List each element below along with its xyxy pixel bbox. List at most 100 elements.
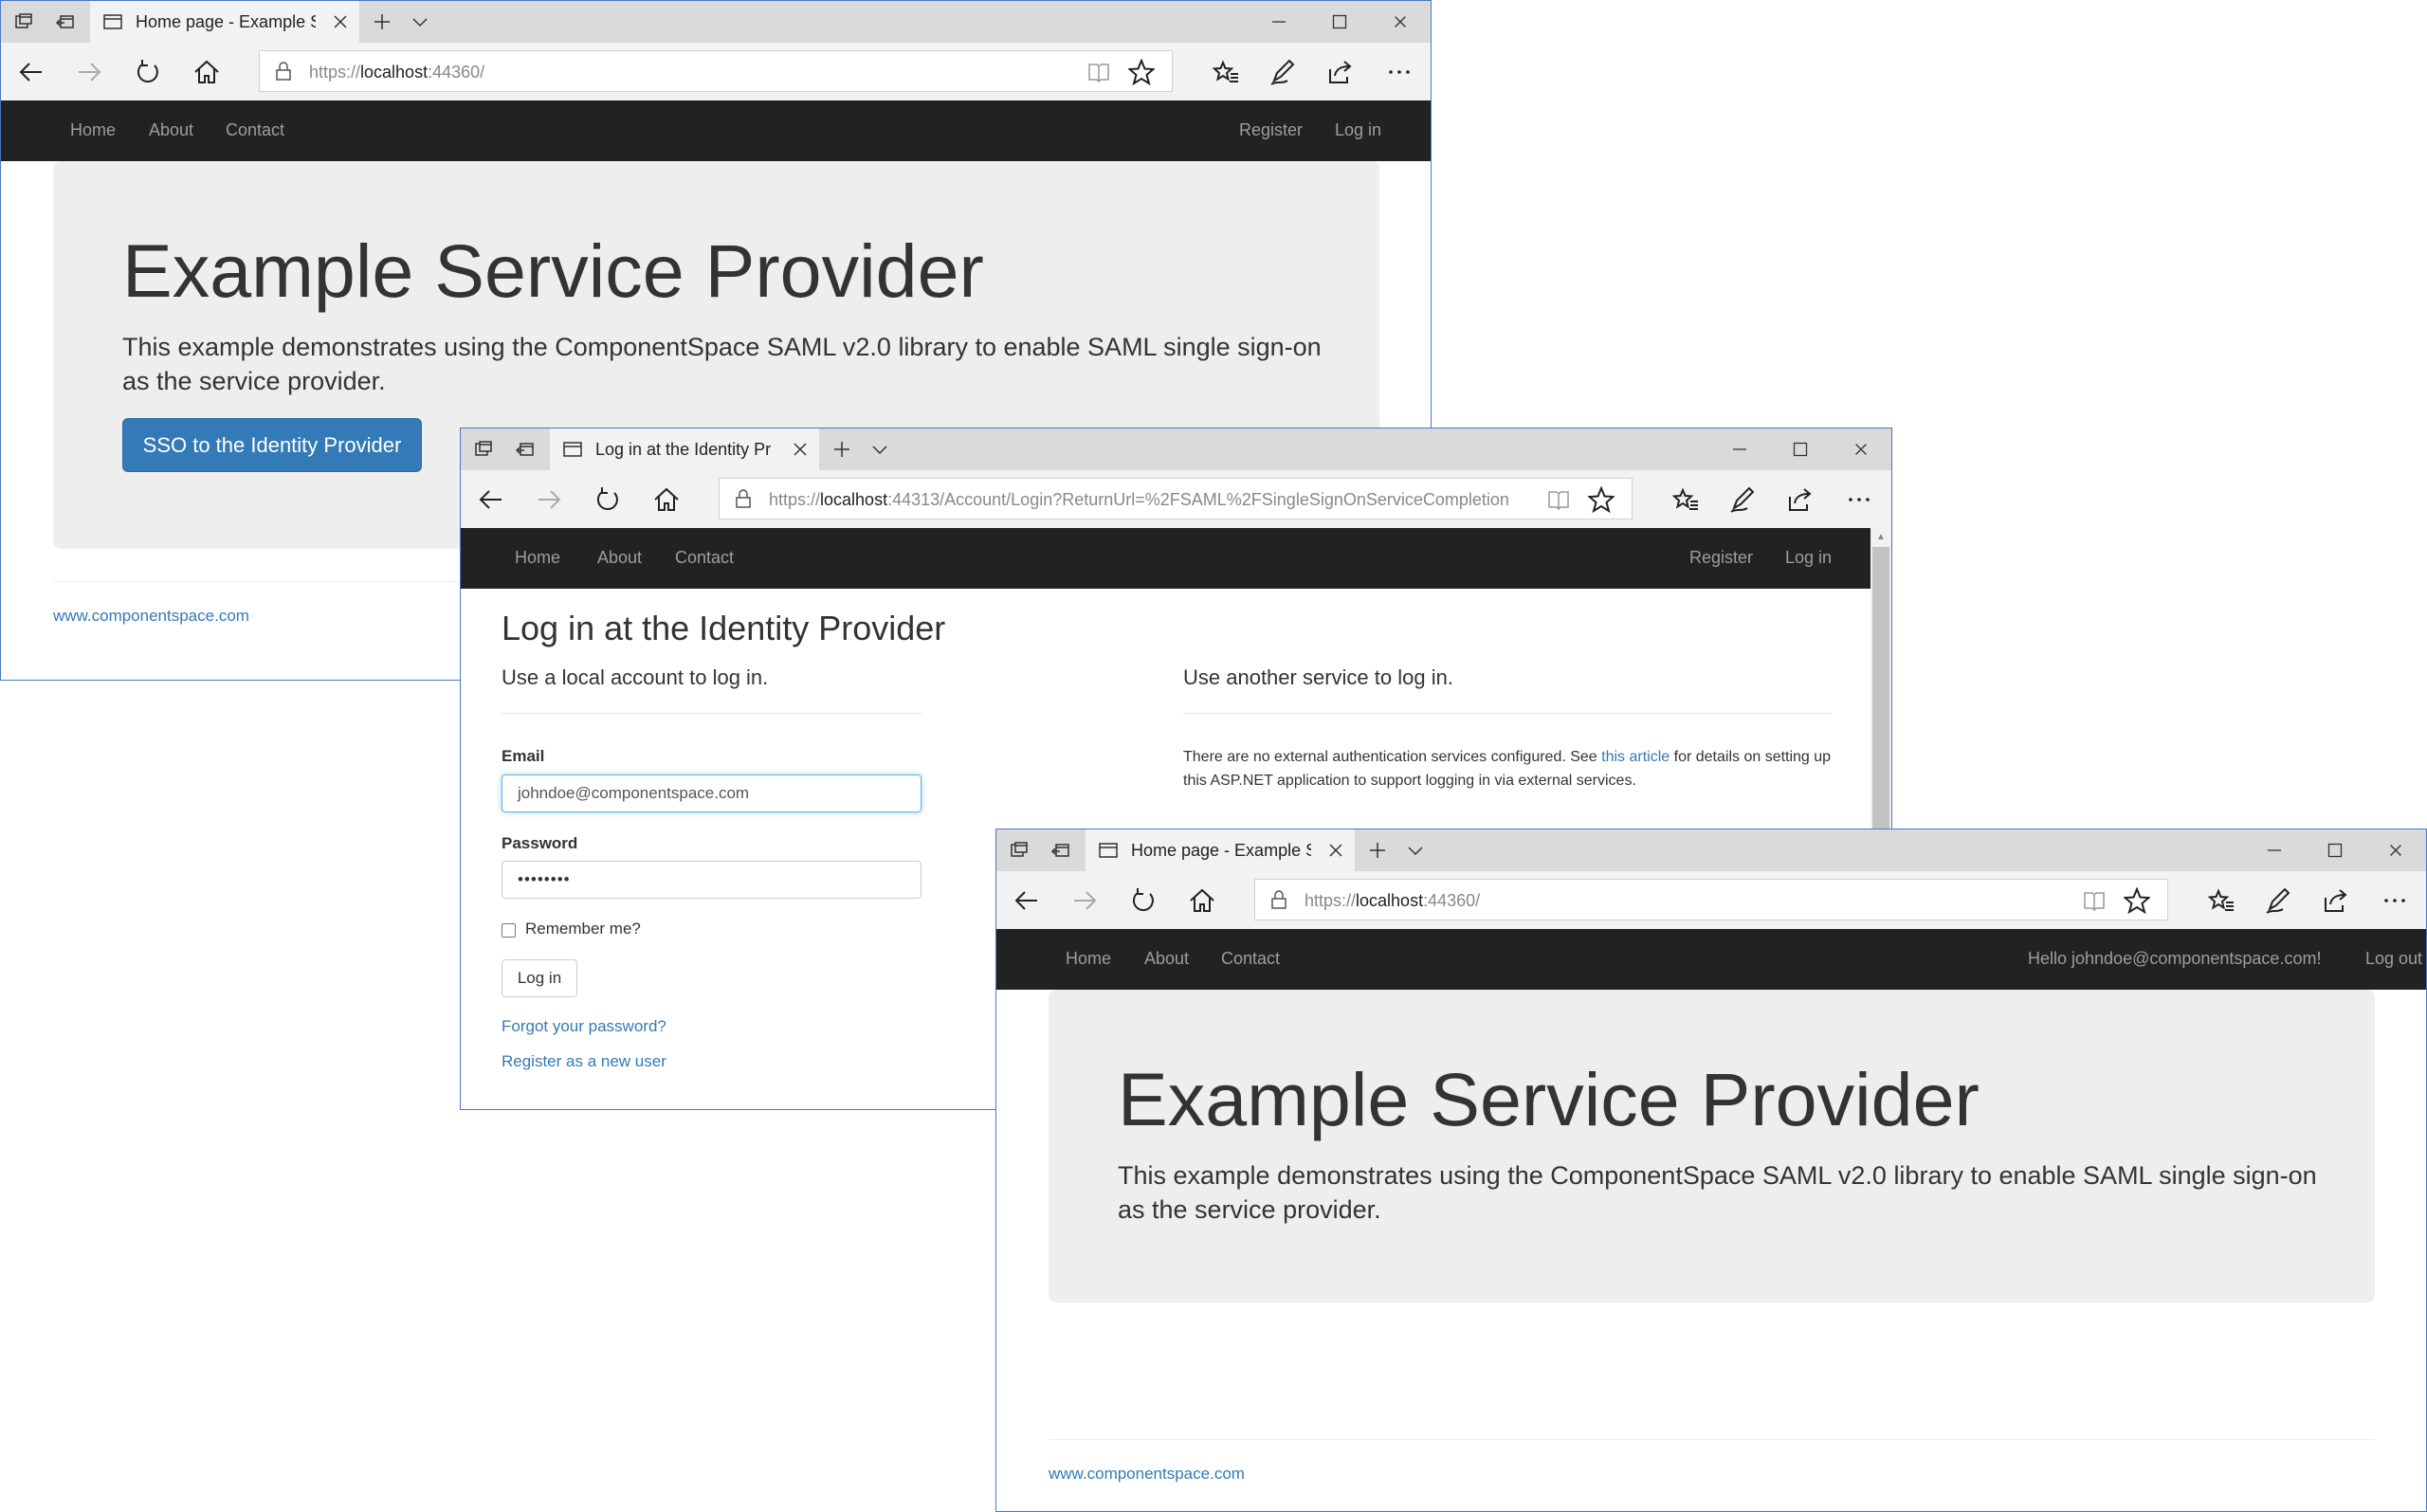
more-icon[interactable] xyxy=(1371,43,1428,100)
lock-icon xyxy=(733,488,754,509)
refresh-icon[interactable] xyxy=(119,43,176,100)
close-icon[interactable] xyxy=(331,12,350,31)
home-icon[interactable] xyxy=(638,470,695,528)
set-aside-icon[interactable] xyxy=(504,428,546,470)
pen-icon[interactable] xyxy=(1254,43,1311,100)
new-tab-icon[interactable] xyxy=(1357,829,1398,871)
lock-icon xyxy=(1268,889,1289,910)
set-aside-icon[interactable] xyxy=(45,1,86,43)
favorites-icon[interactable] xyxy=(1197,43,1254,100)
page-icon xyxy=(1099,842,1118,859)
tab-bar: Home page - Example S xyxy=(1,1,1431,43)
footer-link[interactable]: www.componentspace.com xyxy=(53,607,249,626)
back-icon[interactable] xyxy=(463,470,520,528)
minimize-icon[interactable] xyxy=(1249,1,1309,43)
address-bar[interactable]: https://localhost:44360/ xyxy=(1254,879,2168,920)
browser-toolbar: https://localhost:44360/ xyxy=(1,43,1431,100)
page-content: Home About Contact Hello johndoe@compone… xyxy=(996,929,2426,1511)
password-field[interactable]: •••••••• xyxy=(502,861,922,899)
favorites-icon[interactable] xyxy=(2193,871,2250,929)
close-window-icon[interactable] xyxy=(1831,428,1891,470)
nav-home[interactable]: Home xyxy=(515,548,560,568)
chevron-down-icon[interactable] xyxy=(859,428,901,470)
nav-home[interactable]: Home xyxy=(1066,949,1111,969)
tab-preview-icon[interactable] xyxy=(463,428,504,470)
email-field[interactable]: johndoe@componentspace.com xyxy=(502,774,922,812)
chevron-down-icon[interactable] xyxy=(399,1,441,43)
scroll-up-arrow[interactable]: ▲ xyxy=(1876,532,1886,542)
minimize-icon[interactable] xyxy=(2244,829,2305,871)
more-icon[interactable] xyxy=(2366,871,2423,929)
sso-button[interactable]: SSO to the Identity Provider xyxy=(122,418,422,472)
nav-home[interactable]: Home xyxy=(70,120,116,140)
tab-bar: Home page - Example S xyxy=(996,829,2426,871)
external-heading: Use another service to log in. xyxy=(1183,665,1453,689)
nav-about[interactable]: About xyxy=(597,548,642,568)
tab-preview-icon[interactable] xyxy=(998,829,1040,871)
footer-link[interactable]: www.componentspace.com xyxy=(1049,1465,1245,1484)
share-icon[interactable] xyxy=(2308,871,2364,929)
login-button[interactable]: Log in xyxy=(502,959,577,997)
forward-icon[interactable] xyxy=(61,43,118,100)
chevron-down-icon[interactable] xyxy=(1395,829,1436,871)
browser-toolbar: https://localhost:44313/Account/Login?Re… xyxy=(461,470,1891,528)
close-icon[interactable] xyxy=(1326,841,1345,860)
star-icon[interactable] xyxy=(1128,59,1155,85)
back-icon[interactable] xyxy=(3,43,60,100)
nav-logout[interactable]: Log out xyxy=(2365,949,2422,969)
maximize-icon[interactable] xyxy=(2305,829,2365,871)
maximize-icon[interactable] xyxy=(1770,428,1831,470)
home-icon[interactable] xyxy=(178,43,235,100)
close-window-icon[interactable] xyxy=(1370,1,1431,43)
tab-home[interactable]: Home page - Example S xyxy=(1086,829,1355,871)
article-link[interactable]: this article xyxy=(1601,749,1670,765)
new-tab-icon[interactable] xyxy=(821,428,863,470)
close-icon[interactable] xyxy=(791,440,810,459)
tab-preview-icon[interactable] xyxy=(3,1,45,43)
set-aside-icon[interactable] xyxy=(1040,829,1082,871)
nav-contact[interactable]: Contact xyxy=(1221,949,1280,969)
new-tab-icon[interactable] xyxy=(361,1,403,43)
star-icon[interactable] xyxy=(1588,486,1615,513)
maximize-icon[interactable] xyxy=(1309,1,1370,43)
share-icon[interactable] xyxy=(1312,43,1369,100)
forward-icon[interactable] xyxy=(520,470,577,528)
close-window-icon[interactable] xyxy=(2365,829,2426,871)
tab-login[interactable]: Log in at the Identity Pr xyxy=(550,428,819,470)
nav-hello-user[interactable]: Hello johndoe@componentspace.com! xyxy=(2028,949,2321,969)
nav-register[interactable]: Register xyxy=(1239,120,1303,140)
nav-contact[interactable]: Contact xyxy=(675,548,734,568)
reading-view-icon[interactable] xyxy=(1086,60,1111,84)
more-icon[interactable] xyxy=(1831,470,1888,528)
share-icon[interactable] xyxy=(1772,470,1829,528)
reading-view-icon[interactable] xyxy=(2082,888,2107,913)
external-info-text: There are no external authentication ser… xyxy=(1183,749,1832,789)
refresh-icon[interactable] xyxy=(579,470,636,528)
remember-me-checkbox[interactable] xyxy=(502,923,516,938)
pen-icon[interactable] xyxy=(2250,871,2307,929)
nav-contact[interactable]: Contact xyxy=(226,120,284,140)
refresh-icon[interactable] xyxy=(1115,871,1172,929)
address-bar[interactable]: https://localhost:44360/ xyxy=(259,50,1173,92)
pen-icon[interactable] xyxy=(1714,470,1771,528)
browser-window-home-after: Home page - Example S https://localhost:… xyxy=(995,829,2427,1512)
nav-register[interactable]: Register xyxy=(1689,548,1753,568)
nav-login[interactable]: Log in xyxy=(1785,548,1832,568)
back-icon[interactable] xyxy=(998,871,1055,929)
forgot-password-link[interactable]: Forgot your password? xyxy=(502,1017,666,1036)
page-title: Example Service Provider xyxy=(122,228,984,313)
favorites-icon[interactable] xyxy=(1657,470,1714,528)
register-link[interactable]: Register as a new user xyxy=(502,1052,666,1071)
star-icon[interactable] xyxy=(2124,887,2150,914)
home-icon[interactable] xyxy=(1174,871,1231,929)
nav-about[interactable]: About xyxy=(1144,949,1189,969)
tab-home[interactable]: Home page - Example S xyxy=(90,1,359,43)
site-navbar: Home About Contact Hello johndoe@compone… xyxy=(996,929,2426,990)
address-bar[interactable]: https://localhost:44313/Account/Login?Re… xyxy=(719,478,1633,519)
reading-view-icon[interactable] xyxy=(1546,487,1571,512)
nav-about[interactable]: About xyxy=(149,120,193,140)
nav-login[interactable]: Log in xyxy=(1335,120,1381,140)
forward-icon[interactable] xyxy=(1056,871,1113,929)
minimize-icon[interactable] xyxy=(1709,428,1770,470)
url-text: https://localhost:44360/ xyxy=(309,63,485,82)
